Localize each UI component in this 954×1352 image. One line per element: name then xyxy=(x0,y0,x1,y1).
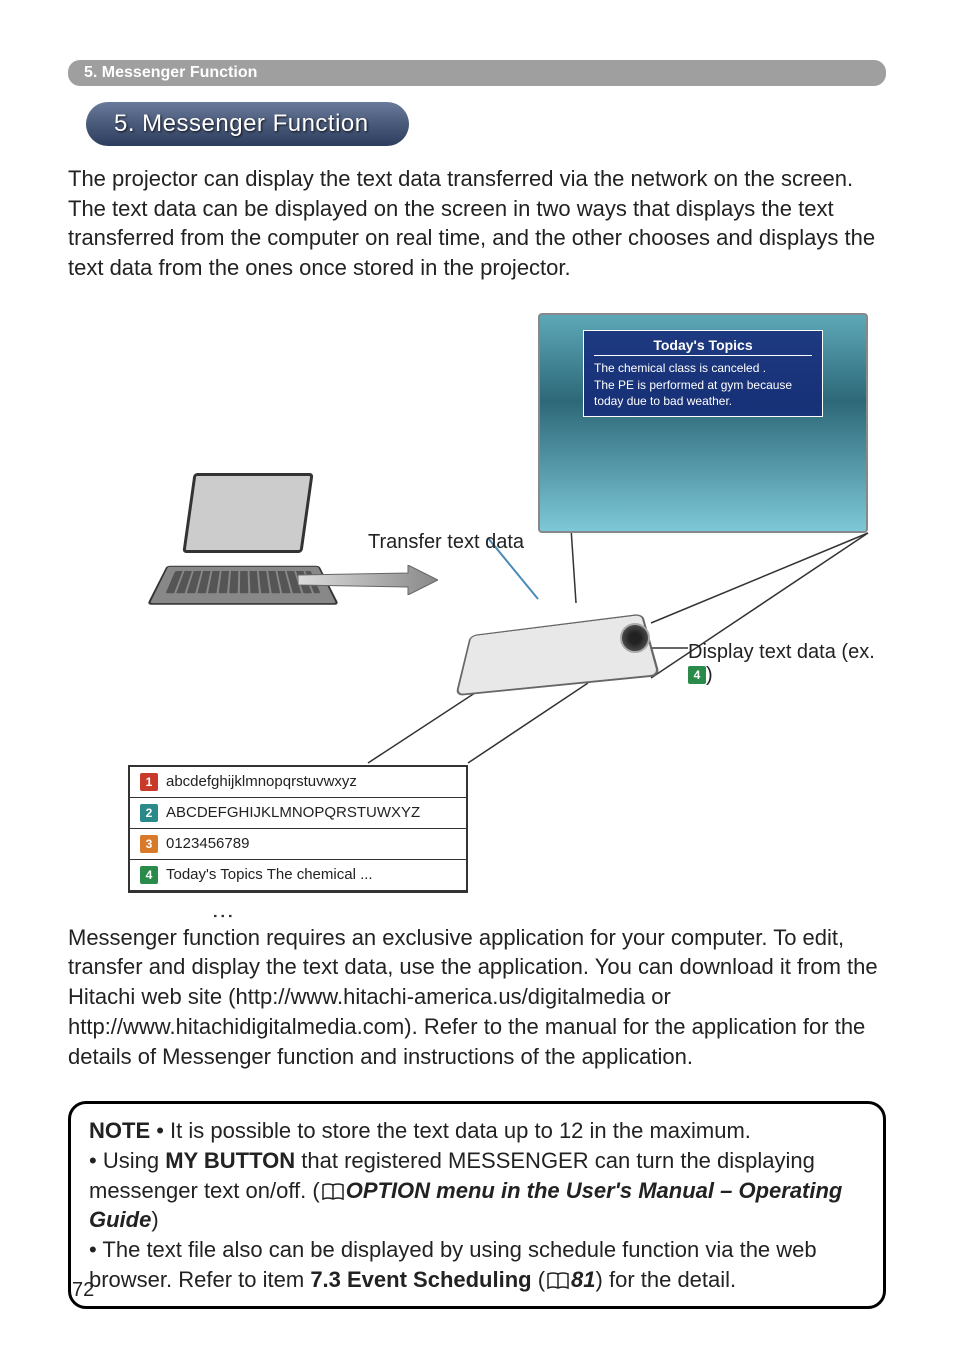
display-badge-icon: 4 xyxy=(688,666,706,684)
stored-text-list: 1 abcdefghijklmnopqrstuvwxyz 2 ABCDEFGHI… xyxy=(128,765,468,893)
breadcrumb-text: 5. Messenger Function xyxy=(84,64,257,81)
list-item: 1 abcdefghijklmnopqrstuvwxyz xyxy=(130,767,466,798)
breadcrumb-bar: 5. Messenger Function xyxy=(68,60,886,86)
projector-illustration xyxy=(458,593,658,713)
screen-message-overlay: Today's Topics The chemical class is can… xyxy=(583,330,823,417)
item-badge-icon: 4 xyxy=(140,866,158,884)
item-text: abcdefghijklmnopqrstuvwxyz xyxy=(166,773,357,790)
screen-message-body: The chemical class is canceled . The PE … xyxy=(594,360,812,410)
item-badge-icon: 1 xyxy=(140,773,158,791)
note-box: NOTE • It is possible to store the text … xyxy=(68,1101,886,1309)
section-title: 5. Messenger Function xyxy=(114,110,369,137)
middle-paragraph: Messenger function requires an exclusive… xyxy=(68,923,886,1071)
section-heading-pill: 5. Messenger Function xyxy=(86,102,409,146)
item-text: Today's Topics The chemical ... xyxy=(166,866,373,883)
note-label: NOTE xyxy=(89,1118,150,1143)
transfer-text-label: Transfer text data xyxy=(368,531,524,554)
item-badge-icon: 2 xyxy=(140,804,158,822)
ellipsis-icon: ⋮ xyxy=(210,905,236,929)
display-text-label: Display text data (ex. 4) xyxy=(688,641,888,687)
list-item: 4 Today's Topics The chemical ... xyxy=(130,860,466,891)
projected-screen: Today's Topics The chemical class is can… xyxy=(538,313,868,533)
item-text: ABCDEFGHIJKLMNOPQRSTUWXYZ xyxy=(166,804,420,821)
book-icon xyxy=(322,1183,344,1201)
list-item: 3 0123456789 xyxy=(130,829,466,860)
book-icon xyxy=(547,1272,569,1290)
note-content: NOTE • It is possible to store the text … xyxy=(89,1116,865,1294)
messenger-diagram: Today's Topics The chemical class is can… xyxy=(68,313,888,893)
screen-message-title: Today's Topics xyxy=(594,337,812,356)
intro-paragraph: The projector can display the text data … xyxy=(68,164,886,283)
item-badge-icon: 3 xyxy=(140,835,158,853)
transfer-arrow-icon xyxy=(298,565,438,595)
list-item: 2 ABCDEFGHIJKLMNOPQRSTUWXYZ xyxy=(130,798,466,829)
item-text: 0123456789 xyxy=(166,835,249,852)
page-number: 72 xyxy=(72,1279,94,1302)
